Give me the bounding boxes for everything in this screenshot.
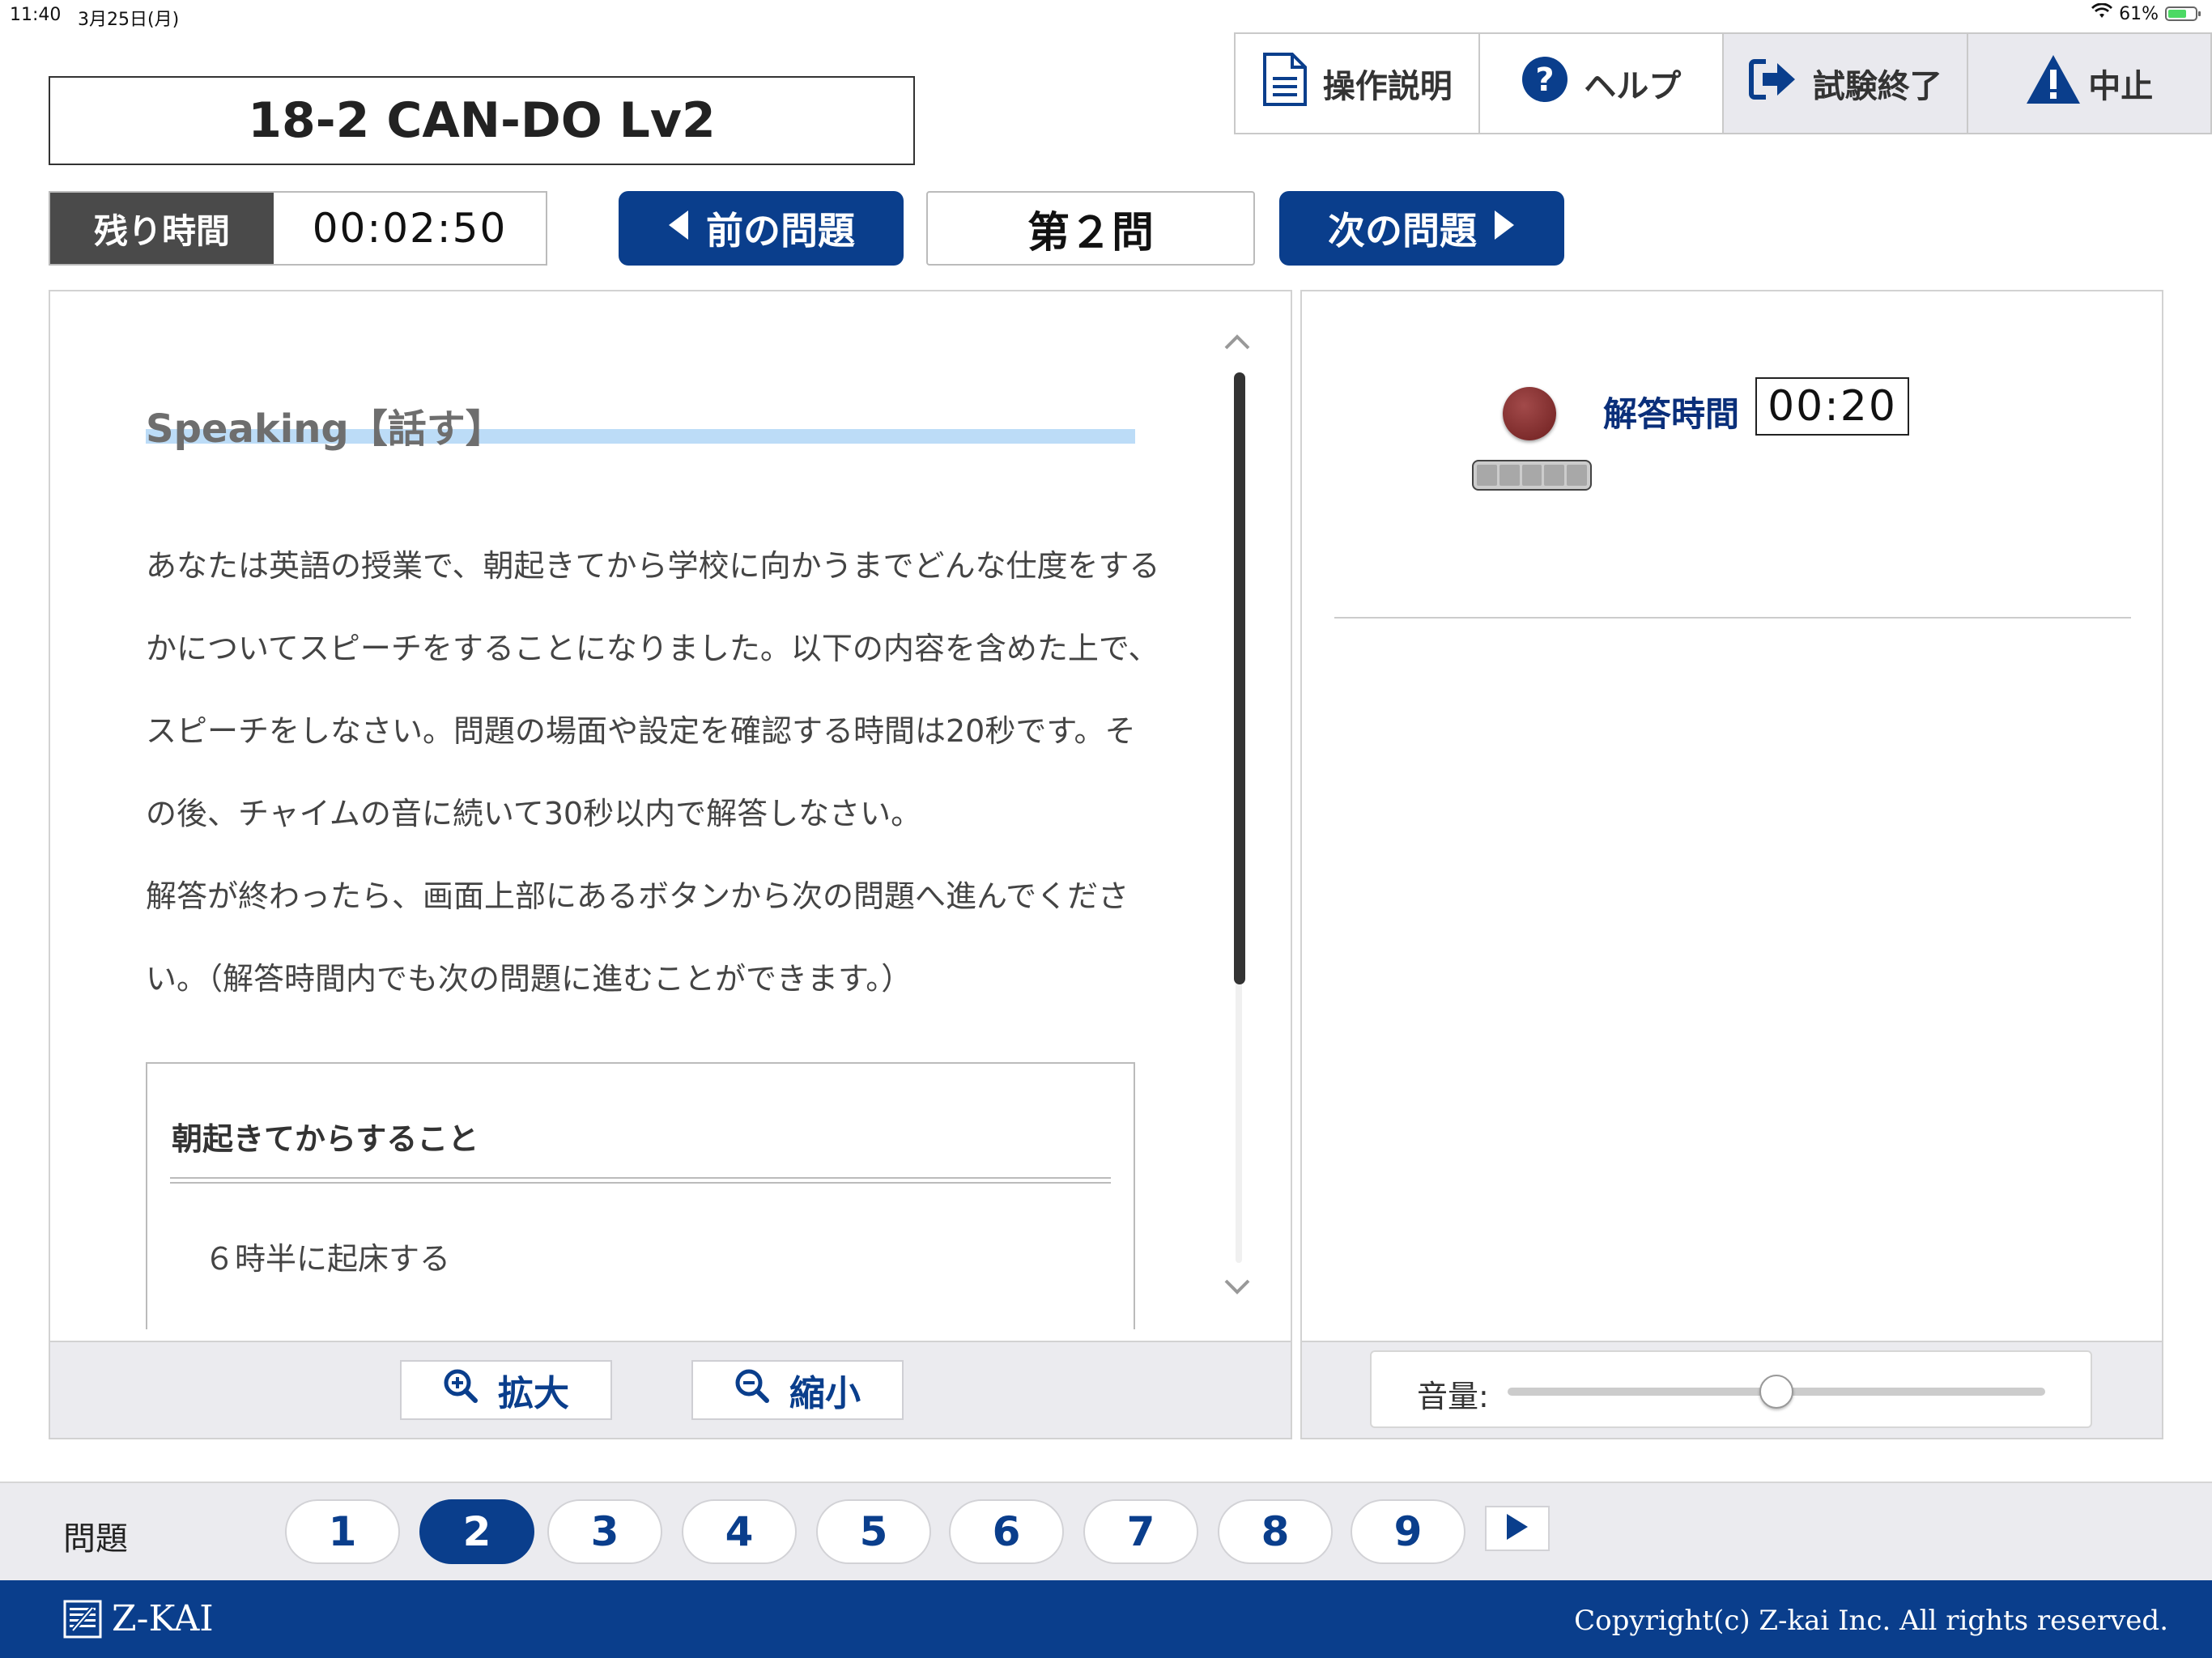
prev-question-label: 前の問題 bbox=[706, 209, 855, 253]
recording-panel: 解答時間 00:20 音量: bbox=[1300, 290, 2163, 1439]
zoom-in-button[interactable]: 拡大 bbox=[400, 1360, 612, 1420]
status-date: 3月25日(月) bbox=[78, 10, 180, 30]
triangle-right-icon bbox=[1493, 206, 1516, 250]
scroll-up-icon[interactable] bbox=[1223, 334, 1252, 355]
end-exam-label: 試験終了 bbox=[1812, 68, 1942, 105]
content-box-divider bbox=[170, 1177, 1111, 1184]
help-button[interactable]: ? ヘルプ bbox=[1480, 34, 1724, 133]
volume-label: 音量: bbox=[1417, 1379, 1489, 1414]
question-pill-4[interactable]: 4 bbox=[682, 1499, 797, 1564]
instructions-button[interactable]: 操作説明 bbox=[1236, 34, 1480, 133]
question-pill-1[interactable]: 1 bbox=[285, 1499, 400, 1564]
document-icon bbox=[1261, 53, 1308, 114]
zkai-logo-text: Z-KAI bbox=[112, 1598, 214, 1639]
zkai-logo-icon bbox=[63, 1600, 102, 1638]
question-pill-2[interactable]: 2 bbox=[419, 1499, 534, 1564]
question-panel: Speaking【話す】 あなたは英語の授業で、朝起きてから学校に向かうまでどん… bbox=[49, 290, 1292, 1439]
question-navigator-label: 問題 bbox=[63, 1520, 128, 1558]
section-title: Speaking【話す】 bbox=[146, 406, 504, 452]
zkai-logo: Z-KAI bbox=[63, 1598, 214, 1639]
status-indicators: 61% bbox=[2091, 2, 2201, 24]
footer: Z-KAI Copyright(c) Z-kai Inc. All rights… bbox=[0, 1580, 2212, 1658]
help-label: ヘルプ bbox=[1584, 68, 1682, 105]
zoom-in-label: 拡大 bbox=[498, 1373, 569, 1414]
volume-bar: 音量: bbox=[1302, 1341, 2162, 1438]
answer-time-value: 00:20 bbox=[1755, 377, 1909, 436]
question-nav-next-button[interactable] bbox=[1485, 1506, 1550, 1551]
zoom-bar: 拡大 縮小 bbox=[50, 1341, 1291, 1438]
question-pill-8[interactable]: 8 bbox=[1218, 1499, 1333, 1564]
instructions-label: 操作説明 bbox=[1322, 68, 1453, 105]
play-right-icon bbox=[1505, 1512, 1529, 1545]
zoom-out-label: 縮小 bbox=[789, 1373, 861, 1414]
question-text: あなたは英語の授業で、朝起きてから学校に向かうまでどんな仕度をするかについてスピ… bbox=[146, 525, 1166, 1020]
divider bbox=[1334, 617, 2131, 619]
battery-percent: 61% bbox=[2119, 3, 2159, 24]
zoom-out-icon bbox=[734, 1368, 770, 1413]
remaining-time-label: 残り時間 bbox=[50, 193, 274, 264]
audio-level-meter bbox=[1472, 460, 1592, 491]
volume-slider-knob[interactable] bbox=[1759, 1375, 1793, 1409]
current-question-number: 第２問 bbox=[926, 191, 1255, 266]
question-pill-6[interactable]: 6 bbox=[949, 1499, 1064, 1564]
warning-icon bbox=[2025, 53, 2082, 113]
question-pill-3[interactable]: 3 bbox=[547, 1499, 662, 1564]
scrollbar-thumb[interactable] bbox=[1234, 372, 1245, 984]
abort-label: 中止 bbox=[2088, 68, 2154, 105]
status-time: 11:40 bbox=[10, 5, 62, 25]
remaining-time: 残り時間 00:02:50 bbox=[49, 191, 547, 266]
zoom-in-icon bbox=[443, 1368, 479, 1413]
svg-text:?: ? bbox=[1536, 62, 1555, 99]
remaining-time-value: 00:02:50 bbox=[312, 205, 508, 252]
question-paragraph-2: 解答が終わったら、画面上部にあるボタンから次の問題へ進んでください。（解答時間内… bbox=[146, 878, 1129, 997]
question-pill-7[interactable]: 7 bbox=[1083, 1499, 1198, 1564]
battery-icon bbox=[2165, 6, 2201, 21]
question-paragraph-1: あなたは英語の授業で、朝起きてから学校に向かうまでどんな仕度をするかについてスピ… bbox=[146, 548, 1160, 831]
content-box-item: ６時半に起床する bbox=[204, 1241, 451, 1277]
answer-time-label: 解答時間 bbox=[1603, 394, 1740, 434]
question-pill-9[interactable]: 9 bbox=[1351, 1499, 1465, 1564]
exit-icon bbox=[1748, 58, 1798, 108]
prev-question-button[interactable]: 前の問題 bbox=[619, 191, 904, 266]
copyright: Copyright(c) Z-kai Inc. All rights reser… bbox=[1574, 1605, 2168, 1637]
content-box-heading: 朝起きてからすること bbox=[172, 1121, 479, 1157]
zoom-out-button[interactable]: 縮小 bbox=[691, 1360, 904, 1420]
content-box: 朝起きてからすること ６時半に起床する bbox=[146, 1062, 1135, 1329]
end-exam-button[interactable]: 試験終了 bbox=[1724, 34, 1968, 133]
next-question-button[interactable]: 次の問題 bbox=[1279, 191, 1564, 266]
scroll-down-icon[interactable] bbox=[1223, 1278, 1252, 1299]
volume-control: 音量: bbox=[1370, 1350, 2092, 1428]
triangle-left-icon bbox=[667, 206, 690, 250]
abort-button[interactable]: 中止 bbox=[1967, 34, 2210, 133]
question-navigator: 問題 1 2 3 4 5 6 7 8 9 bbox=[0, 1482, 2212, 1580]
top-toolbar: 操作説明 ? ヘルプ 試験終了 中止 bbox=[1234, 32, 2212, 134]
question-pill-5[interactable]: 5 bbox=[816, 1499, 931, 1564]
exam-title: 18-2 CAN-DO Lv2 bbox=[49, 76, 915, 165]
wifi-icon bbox=[2091, 2, 2113, 24]
record-indicator-icon bbox=[1503, 387, 1556, 440]
next-question-label: 次の問題 bbox=[1328, 209, 1477, 253]
help-icon: ? bbox=[1521, 55, 1569, 112]
